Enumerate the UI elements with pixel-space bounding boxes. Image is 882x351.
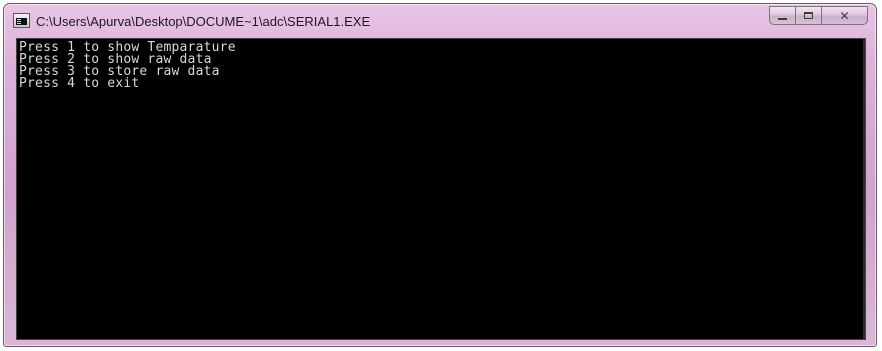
maximize-button[interactable] xyxy=(796,6,822,25)
window-controls: ✕ xyxy=(769,6,868,27)
maximize-icon xyxy=(804,12,813,19)
title-bar[interactable]: C:\Users\Apurva\Desktop\DOCUME~1\adc\SER… xyxy=(4,4,876,38)
close-icon: ✕ xyxy=(839,8,850,23)
console-output[interactable]: Press 1 to show Temparature Press 2 to s… xyxy=(16,38,866,340)
console-line-3: Press 3 to store raw data xyxy=(19,64,220,79)
console-app-icon[interactable] xyxy=(13,13,30,28)
console-line-4: Press 4 to exit xyxy=(19,76,140,91)
console-window: C:\Users\Apurva\Desktop\DOCUME~1\adc\SER… xyxy=(3,3,877,347)
close-button[interactable]: ✕ xyxy=(822,6,868,25)
minimize-icon xyxy=(778,17,787,20)
minimize-button[interactable] xyxy=(769,6,796,25)
console-right-edge xyxy=(863,39,865,339)
window-title: C:\Users\Apurva\Desktop\DOCUME~1\adc\SER… xyxy=(36,14,371,29)
